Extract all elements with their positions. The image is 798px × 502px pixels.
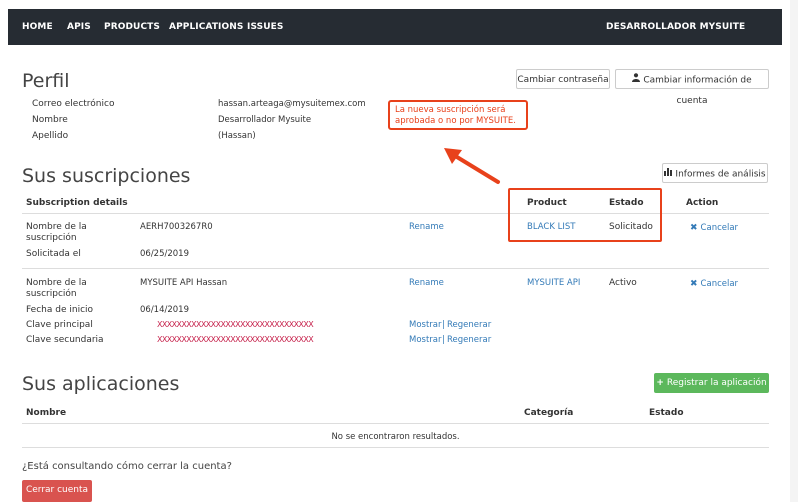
regenerate-secondary-key-link[interactable]: Regenerar (447, 335, 491, 345)
nav-apis[interactable]: APIS (67, 9, 91, 45)
bar-chart-icon (664, 164, 673, 184)
analytics-reports-button[interactable]: Informes de análisis (662, 163, 768, 183)
register-application-label: Registrar la aplicación (666, 378, 767, 388)
annotation-arrow (444, 148, 500, 184)
cancel-label: Cancelar (700, 223, 739, 233)
requested-date: 06/25/2019 (140, 249, 189, 259)
nav-products[interactable]: PRODUCTS (104, 9, 160, 45)
requested-date-label: Solicitada el (26, 249, 81, 259)
subscription-name-label: Nombre de la suscripción (26, 278, 87, 299)
col-action: Action (686, 198, 719, 208)
col-name: Nombre (26, 408, 67, 418)
subscription-name: AERH7003267R0 (140, 222, 213, 232)
subscriptions-title: Sus suscripciones (22, 165, 191, 187)
close-account-question: ¿Está consultando cómo cerrar la cuenta? (22, 461, 232, 472)
name-value: Desarrollador Mysuite (218, 115, 312, 125)
link-separator: | (442, 320, 445, 330)
nav-home[interactable]: HOME (22, 9, 53, 45)
plus-icon: + (656, 378, 664, 388)
table-divider (22, 423, 769, 424)
callout-line-2: aprobada o no por MYSUITE. (395, 116, 516, 126)
secondary-key-value: XXXXXXXXXXXXXXXXXXXXXXXXXXXXXXXX (157, 335, 314, 344)
name-label: Nombre (32, 115, 68, 125)
caret-down-icon (660, 61, 667, 64)
rename-link[interactable]: Rename (409, 278, 444, 288)
callout-line-1: La nueva suscripción será (395, 105, 506, 115)
cancel-label: Cancelar (700, 279, 739, 289)
cancel-subscription-link[interactable]: ✖ Cancelar (690, 279, 738, 289)
col-subscription-details: Subscription details (26, 198, 128, 208)
times-icon: ✖ (690, 279, 698, 289)
times-icon: ✖ (690, 223, 698, 233)
email-value: hassan.arteaga@mysuitemex.com (218, 99, 366, 109)
nav-issues[interactable]: ISSUES (247, 9, 283, 45)
register-application-button[interactable]: + Registrar la aplicación (654, 373, 769, 393)
top-navbar: HOME APIS PRODUCTS APPLICATIONS ISSUES D… (8, 9, 782, 68)
show-secondary-key-link[interactable]: Mostrar (409, 335, 442, 345)
lastname-label: Apellido (32, 131, 69, 141)
show-primary-key-link[interactable]: Mostrar (409, 320, 442, 330)
subscription-state: Activo (609, 278, 637, 288)
product-link[interactable]: MYSUITE API (527, 278, 580, 288)
secondary-key-label: Clave secundaria (26, 335, 104, 345)
table-divider (22, 447, 769, 448)
nav-applications[interactable]: APPLICATIONS (169, 9, 243, 45)
close-account-button[interactable]: Cerrar cuenta (22, 480, 92, 502)
regenerate-primary-key-link[interactable]: Regenerar (447, 320, 491, 330)
col-app-state: Estado (649, 408, 684, 418)
row-divider (22, 268, 769, 269)
analytics-reports-label: Informes de análisis (675, 169, 766, 180)
link-separator: | (442, 335, 445, 345)
col-category: Categoría (524, 408, 574, 418)
email-label: Correo electrónico (32, 99, 115, 109)
empty-results: No se encontraron resultados. (331, 432, 460, 442)
subscription-name-label: Nombre de la suscripción (26, 222, 87, 243)
lastname-value: (Hassan) (218, 131, 256, 141)
subscription-name: MYSUITE API Hassan (140, 278, 228, 288)
profile-title: Perfil (22, 70, 70, 92)
rename-link[interactable]: Rename (409, 222, 444, 232)
primary-key-value: XXXXXXXXXXXXXXXXXXXXXXXXXXXXXXXX (157, 320, 314, 329)
change-account-button[interactable]: Cambiar información de cuenta (615, 69, 769, 106)
user-icon (632, 70, 641, 90)
page-edge (790, 0, 798, 502)
change-password-button[interactable]: Cambiar contraseña (516, 69, 610, 89)
cancel-subscription-link[interactable]: ✖ Cancelar (690, 223, 738, 233)
applications-title: Sus aplicaciones (22, 373, 180, 395)
start-date-label: Fecha de inicio (26, 305, 94, 315)
annotation-callout: La nueva suscripción será aprobada o no … (388, 100, 528, 130)
annotation-highlight-box (508, 188, 662, 242)
user-menu[interactable]: DESARROLLADOR MYSUITE (HASSAN) (606, 9, 782, 68)
start-date: 06/14/2019 (140, 305, 189, 315)
primary-key-label: Clave principal (26, 320, 93, 330)
